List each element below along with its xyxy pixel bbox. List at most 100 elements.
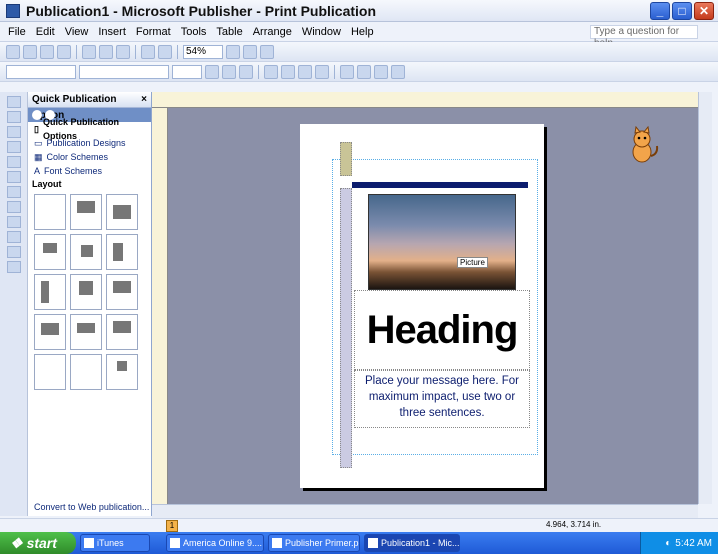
task-aol[interactable]: America Online 9.... (166, 534, 264, 552)
layout-thumb[interactable] (70, 274, 102, 310)
open-icon[interactable] (23, 44, 37, 59)
page-navigator[interactable]: 1 (166, 520, 178, 532)
menu-window[interactable]: Window (302, 26, 341, 38)
line-tool-icon[interactable] (6, 171, 21, 183)
zoom-out-icon[interactable] (226, 44, 240, 59)
layout-thumb[interactable] (70, 354, 102, 390)
accent-stripe[interactable] (340, 188, 352, 468)
numbering-icon[interactable] (340, 64, 354, 79)
cat-clipart-icon[interactable] (622, 126, 662, 166)
task-publisher[interactable]: Publication1 - Mic... (364, 534, 460, 552)
accent-bar[interactable] (352, 182, 528, 188)
autoshapes-tool-icon[interactable] (6, 231, 21, 243)
new-icon[interactable] (6, 44, 20, 59)
layout-gallery (34, 194, 145, 390)
layout-thumb[interactable] (34, 234, 66, 270)
system-tray: ◐ 5:42 AM (640, 532, 718, 554)
layout-thumb[interactable] (106, 234, 138, 270)
layout-thumb[interactable] (70, 234, 102, 270)
wordart-tool-icon[interactable] (6, 141, 21, 153)
copy-icon[interactable] (99, 44, 113, 59)
layout-thumb[interactable] (106, 354, 138, 390)
accent-stripe-top[interactable] (340, 142, 352, 176)
sunset-picture[interactable]: Picture (368, 194, 516, 290)
text-box-tool-icon[interactable] (6, 111, 21, 123)
font-size-select[interactable] (172, 64, 202, 79)
save-icon[interactable] (40, 44, 54, 59)
bullets-icon[interactable] (357, 64, 371, 79)
toolbar-divider (76, 44, 77, 59)
hotspot-tool-icon[interactable] (6, 246, 21, 258)
task-label: Publisher Primer.ppt (285, 538, 360, 548)
menu-help[interactable]: Help (351, 26, 374, 38)
task-powerpoint[interactable]: Publisher Primer.ppt (268, 534, 360, 552)
layout-thumb[interactable] (70, 314, 102, 350)
fill-color-icon[interactable] (374, 64, 388, 79)
horizontal-scrollbar[interactable] (152, 504, 698, 518)
clock[interactable]: 5:42 AM (675, 538, 712, 549)
print-icon[interactable] (57, 44, 71, 59)
font-select[interactable] (79, 64, 169, 79)
layout-thumb[interactable] (106, 194, 138, 230)
menu-arrange[interactable]: Arrange (253, 26, 292, 38)
layout-thumb[interactable] (34, 194, 66, 230)
heading-frame[interactable]: Heading (354, 290, 530, 370)
menu-view[interactable]: View (65, 26, 89, 38)
justify-icon[interactable] (315, 64, 329, 79)
menu-edit[interactable]: Edit (36, 26, 55, 38)
horizontal-ruler[interactable] (152, 92, 698, 108)
menu-table[interactable]: Table (216, 26, 242, 38)
layout-thumb[interactable] (34, 274, 66, 310)
layout-thumb[interactable] (70, 194, 102, 230)
back-icon[interactable] (32, 110, 42, 120)
oval-tool-icon[interactable] (6, 201, 21, 213)
vertical-scrollbar[interactable] (698, 92, 712, 504)
redo-icon[interactable] (158, 44, 172, 59)
underline-icon[interactable] (239, 64, 253, 79)
layout-thumb[interactable] (106, 274, 138, 310)
maximize-button[interactable]: □ (672, 2, 692, 20)
select-tool-icon[interactable] (6, 96, 21, 108)
align-left-icon[interactable] (264, 64, 278, 79)
align-right-icon[interactable] (298, 64, 312, 79)
layout-thumb[interactable] (34, 314, 66, 350)
table-tool-icon[interactable] (6, 126, 21, 138)
help-icon[interactable] (260, 44, 274, 59)
layout-thumb[interactable] (106, 314, 138, 350)
design-gallery-icon[interactable] (6, 261, 21, 273)
task-itunes[interactable]: iTunes (80, 534, 150, 552)
help-search-input[interactable]: Type a question for help (590, 25, 698, 49)
style-select[interactable] (6, 64, 76, 79)
font-color-icon[interactable] (391, 64, 405, 79)
rectangle-tool-icon[interactable] (6, 216, 21, 228)
link-color-schemes[interactable]: ▦ Color Schemes (28, 150, 151, 164)
paste-icon[interactable] (116, 44, 130, 59)
italic-icon[interactable] (222, 64, 236, 79)
undo-icon[interactable] (141, 44, 155, 59)
arrow-tool-icon[interactable] (6, 186, 21, 198)
zoom-select[interactable]: 54% (183, 44, 223, 59)
bold-icon[interactable] (205, 64, 219, 79)
align-center-icon[interactable] (281, 64, 295, 79)
publisher-icon (6, 3, 20, 18)
menu-file[interactable]: File (8, 26, 26, 38)
convert-to-web-link[interactable]: Convert to Web publication... (34, 502, 149, 512)
link-quick-publication-options[interactable]: ▯ Quick Publication Options (28, 117, 151, 141)
start-button[interactable]: ❖ start (0, 532, 76, 554)
message-text[interactable]: Place your message here. For maximum imp… (354, 370, 530, 428)
close-icon[interactable]: × (141, 92, 147, 107)
task-pane: Quick Publication Option × ▯ Quick Publi… (28, 92, 152, 516)
zoom-in-icon[interactable] (243, 44, 257, 59)
cut-icon[interactable] (82, 44, 96, 59)
link-font-schemes[interactable]: A Font Schemes (28, 164, 151, 178)
network-icon[interactable]: ◐ (665, 538, 671, 549)
menu-format[interactable]: Format (136, 26, 171, 38)
standard-toolbar: 54% (0, 42, 718, 62)
picture-tool-icon[interactable] (6, 156, 21, 168)
close-button[interactable]: ✕ (694, 2, 714, 20)
layout-thumb[interactable] (34, 354, 66, 390)
menu-insert[interactable]: Insert (98, 26, 126, 38)
vertical-ruler[interactable] (152, 108, 168, 504)
minimize-button[interactable]: _ (650, 2, 670, 20)
menu-tools[interactable]: Tools (181, 26, 207, 38)
